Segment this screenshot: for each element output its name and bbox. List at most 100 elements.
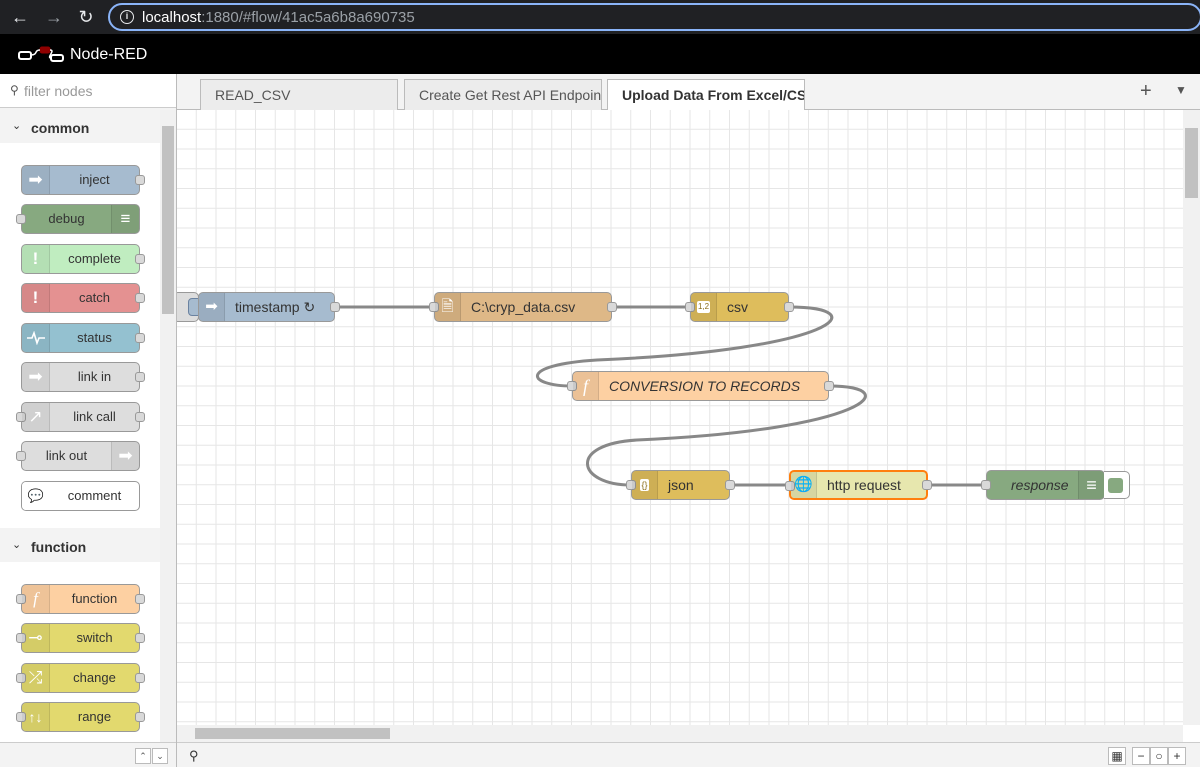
flow-node-csv[interactable]: 1,2 csv (685, 292, 794, 322)
arrow-in-icon: ➡ (22, 166, 50, 194)
palette-node-comment[interactable]: 💬 comment (21, 481, 140, 511)
output-port (607, 302, 617, 312)
zoom-reset-icon[interactable]: ○ (1150, 747, 1168, 765)
node-label: link call (73, 409, 116, 424)
json-icon: {} (632, 471, 658, 499)
category-label: function (31, 539, 87, 555)
chevron-down-icon: ⌄ (12, 120, 22, 132)
palette-node-link-out[interactable]: link out ➡ (16, 441, 140, 471)
output-port (135, 293, 145, 303)
node-label: catch (78, 290, 111, 305)
category-header-common[interactable]: ⌄ common (0, 113, 160, 143)
back-icon[interactable]: ← (8, 5, 32, 29)
offscreen-node[interactable] (177, 292, 202, 322)
workspace-footer: ⚲ ▦ − ○ + (177, 742, 1200, 767)
file-icon: 🗎 (435, 293, 461, 321)
output-port (135, 333, 145, 343)
tab-create-get-rest-api[interactable]: Create Get Rest API Endpoint (404, 79, 602, 110)
app-header: Node-RED (0, 34, 1200, 74)
palette-scrollbar-thumb[interactable] (162, 126, 174, 314)
collapse-all-icon[interactable]: ⌃ (135, 748, 151, 764)
output-port (135, 254, 145, 264)
flow-workspace[interactable]: ➡ timestamp ↻ 🗎 C:\cryp_data.csv 1,2 csv… (177, 110, 1183, 725)
reload-icon[interactable]: ↻ (74, 5, 98, 29)
tab-list-chevron-icon[interactable]: ▼ (1175, 83, 1187, 97)
category-header-function[interactable]: ⌄ function (0, 532, 160, 562)
palette-node-switch[interactable]: ⊸ switch (16, 623, 145, 653)
palette-scrollbar[interactable] (160, 110, 176, 742)
node-label: link out (45, 448, 88, 463)
tab-read-csv[interactable]: READ_CSV (200, 79, 398, 110)
node-label: range (77, 709, 112, 724)
app-title: Node-RED (70, 46, 148, 63)
workspace-tabs: READ_CSV Create Get Rest API Endpoint Up… (177, 74, 1200, 111)
exclamation-icon: ! (22, 284, 50, 312)
debug-toggle-indicator (1108, 478, 1123, 493)
node-label: function (71, 591, 118, 606)
palette-node-link-call[interactable]: ↗ link call (16, 402, 145, 432)
workspace-vertical-scrollbar[interactable] (1183, 110, 1200, 725)
node-label: C:\cryp_data.csv (471, 299, 576, 315)
flow-node-response-debug[interactable]: response ≡ (981, 470, 1105, 500)
output-port (135, 412, 145, 422)
workspace-horizontal-scrollbar[interactable] (177, 725, 1183, 742)
node-label: link in (77, 369, 112, 384)
output-port (135, 594, 145, 604)
flow-node-http-request[interactable]: 🌐 http request (785, 470, 932, 500)
palette-node-change[interactable]: ⤮ change (16, 663, 145, 693)
comment-icon: 💬 (22, 482, 50, 510)
palette-footer: ⌃ ⌄ (0, 742, 176, 767)
tab-upload-data[interactable]: Upload Data From Excel/CSV (607, 79, 805, 111)
arrow-in-icon: ➡ (199, 293, 225, 321)
palette-node-link-in[interactable]: ➡ link in (21, 362, 145, 392)
zoom-in-icon[interactable]: + (1168, 747, 1186, 765)
output-port (135, 175, 145, 185)
output-port (135, 372, 145, 382)
output-port (784, 302, 794, 312)
output-port (330, 302, 340, 312)
node-label: change (73, 670, 116, 685)
node-label: status (77, 330, 112, 345)
debug-toggle-button[interactable] (1104, 471, 1130, 499)
node-palette: ⚲ ⌄ common ➡ inject debug ≡ ! complete !… (0, 74, 177, 767)
node-red-logo-icon (18, 46, 64, 62)
filter-nodes-input[interactable] (24, 80, 164, 102)
navigator-map-icon[interactable]: ▦ (1108, 747, 1126, 765)
palette-node-function[interactable]: f function (16, 584, 145, 614)
output-port (135, 673, 145, 683)
search-icon[interactable]: ⚲ (189, 748, 199, 764)
browser-toolbar: ← → ↻ i localhost:1880/#flow/41ac5a6b8a6… (0, 0, 1200, 34)
output-port (824, 381, 834, 391)
palette-node-catch[interactable]: ! catch (21, 283, 145, 313)
node-label: timestamp ↻ (235, 299, 316, 315)
site-info-icon[interactable]: i (120, 10, 134, 24)
expand-all-icon[interactable]: ⌄ (152, 748, 168, 764)
flow-node-timestamp[interactable]: ➡ timestamp ↻ (198, 292, 340, 322)
forward-icon[interactable]: → (42, 5, 66, 29)
flow-node-json[interactable]: {} json (626, 470, 735, 500)
palette-node-inject[interactable]: ➡ inject (21, 165, 145, 195)
flow-node-file-in[interactable]: 🗎 C:\cryp_data.csv (429, 292, 617, 322)
palette-node-status[interactable]: status (21, 323, 145, 353)
horizontal-scrollbar-thumb[interactable] (195, 728, 390, 739)
palette-node-complete[interactable]: ! complete (21, 244, 145, 274)
node-label: http request (827, 477, 901, 493)
vertical-scrollbar-thumb[interactable] (1185, 128, 1198, 198)
category-body-function: f function ⊸ switch ⤮ change ↑↓ range (0, 562, 160, 742)
add-tab-icon[interactable]: + (1140, 80, 1152, 103)
category-label: common (31, 120, 90, 136)
list-icon: ≡ (111, 205, 139, 233)
palette-node-range[interactable]: ↑↓ range (16, 702, 145, 732)
zoom-out-icon[interactable]: − (1132, 747, 1150, 765)
range-icon: ↑↓ (22, 703, 50, 731)
url-text: localhost:1880/#flow/41ac5a6b8a690735 (142, 9, 415, 26)
address-bar[interactable]: i localhost:1880/#flow/41ac5a6b8a690735 (108, 3, 1200, 31)
flow-node-conversion-to-records[interactable]: f CONVERSION TO RECORDS (567, 371, 834, 401)
csv-icon: 1,2 (691, 293, 717, 321)
chevron-down-icon: ⌄ (12, 539, 22, 551)
link-call-icon: ↗ (22, 403, 50, 431)
node-label: json (668, 477, 694, 493)
node-label: csv (727, 299, 748, 315)
output-port (135, 712, 145, 722)
palette-node-debug[interactable]: debug ≡ (16, 204, 140, 234)
